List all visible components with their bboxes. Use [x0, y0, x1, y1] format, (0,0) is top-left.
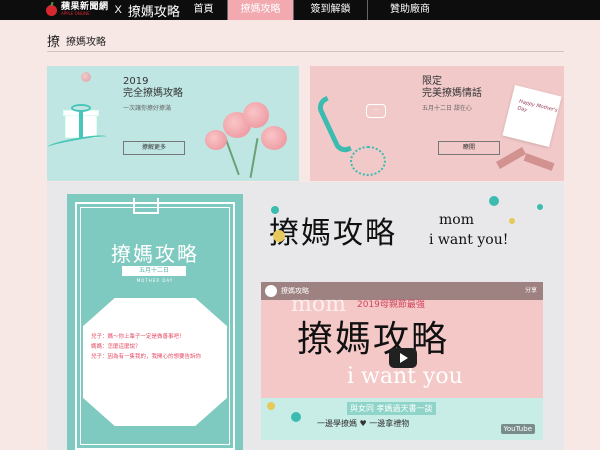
banner-sweet-talk[interactable]: ··· 限定 完美撩媽情話 五月十二日 甜在心 瞭開 Happy Mother'…: [310, 66, 564, 181]
banner-guide-text: 2019 完全撩媽攻略 一次讓你撩好撩滿: [123, 76, 183, 112]
brand-text-block: 蘋果新聞網 APPLE ONLINE: [61, 2, 109, 18]
content-panel: 撩媽攻略 五月十二日 MOTHER DAY 兒子：媽～你上輩子一定是做善事吧！ …: [47, 182, 564, 450]
tape-decoration: [523, 153, 555, 171]
share-button[interactable]: 分享: [525, 285, 537, 294]
video-player[interactable]: mom 撩媽攻略 分享 2019母親節最強 撩媽攻略 i want you 與女…: [261, 282, 543, 440]
carnation-icon: [243, 102, 269, 128]
section-glyph-icon: 撩: [47, 35, 61, 50]
brand-sub: APPLE ONLINE: [61, 11, 90, 16]
dialog-line: 媽媽：怎麼這麼說？: [91, 344, 141, 350]
video-tag: 與女同 孝媽過天書一談: [347, 402, 436, 415]
youtube-icon[interactable]: YouTube: [500, 424, 535, 434]
flag-icon: [133, 198, 159, 214]
carnation-icon: [261, 126, 287, 150]
poster-date: 五月十二日: [122, 266, 186, 276]
main-nav: 首頁 撩媽攻略 簽到解鎖 贊助廠商: [180, 0, 452, 20]
nav-item-home[interactable]: 首頁: [180, 0, 228, 20]
brand-logo[interactable]: 蘋果新聞網 APPLE ONLINE X 撩媽攻略: [46, 2, 180, 20]
dot-decoration: [291, 412, 301, 422]
open-button[interactable]: 瞭開: [438, 141, 500, 155]
poster-dialog: 兒子：媽～你上輩子一定是做善事吧！ 媽媽：怎麼這麼說？ 兒子：因為有一隻我的，我…: [91, 332, 221, 362]
flower-stem: [249, 138, 259, 178]
card-note: Happy Mother's Day: [516, 98, 559, 114]
dot-decoration: [489, 196, 499, 206]
channel-avatar[interactable]: [265, 285, 277, 297]
video-tag2: 一邊學撩媽 ♥ 一邊拿禮物: [317, 419, 410, 428]
apple-icon: [46, 4, 57, 16]
section-header: 撩 撩媽攻略: [47, 30, 564, 52]
banner-guide-subtitle: 一次讓你撩好撩滿: [123, 105, 172, 112]
brand-title: 撩媽攻略: [127, 4, 180, 20]
nav-item-checkin[interactable]: 簽到解鎖: [294, 0, 368, 20]
video-subtitle: 2019母親節最強: [357, 300, 425, 310]
video-title: 撩媽攻略: [297, 319, 450, 360]
headline-title: 撩媽攻略: [269, 216, 397, 251]
dot-decoration: [273, 230, 285, 242]
play-icon[interactable]: [389, 348, 417, 368]
carnation-icon: [205, 130, 227, 150]
banner-sweet-line1: 限定: [422, 76, 442, 87]
banner-guide-title: 完全撩媽攻略: [123, 88, 183, 99]
poster-card: [83, 298, 227, 426]
poster-day: MOTHER DAY: [136, 278, 174, 283]
top-navbar: 蘋果新聞網 APPLE ONLINE X 撩媽攻略 首頁 撩媽攻略 簽到解鎖 贊…: [0, 0, 600, 20]
headline-mom: mom: [439, 212, 474, 228]
video-channel[interactable]: 撩媽攻略: [281, 286, 309, 296]
poster-image[interactable]: 撩媽攻略 五月十二日 MOTHER DAY 兒子：媽～你上輩子一定是做善事吧！ …: [67, 194, 243, 450]
section-title: 撩媽攻略: [66, 37, 107, 48]
dot-decoration: [509, 218, 515, 224]
dot-decoration: [537, 204, 543, 210]
headline-logo: 撩媽攻略 mom i want you!: [269, 206, 549, 262]
banner-sweet-subtitle: 五月十二日 甜在心: [422, 105, 472, 112]
brand-name: 蘋果新聞網: [61, 1, 109, 11]
banner-sweet-text: 限定 完美撩媽情話 五月十二日 甜在心: [422, 76, 482, 112]
dialog-line: 兒子：媽～你上輩子一定是做善事吧！: [91, 334, 185, 340]
dot-decoration: [271, 206, 279, 214]
banner-sweet-title: 完美撩媽情話: [422, 88, 482, 99]
tape-decoration: [496, 147, 526, 169]
banner-guide-year: 2019: [123, 76, 149, 87]
mothers-day-card: Happy Mother's Day: [502, 84, 562, 148]
headline-iwant: i want you!: [429, 232, 509, 248]
nav-item-guide[interactable]: 撩媽攻略: [228, 0, 294, 20]
phone-icon: [313, 95, 386, 176]
dialog-line: 兒子：因為有一隻我的，我開心的想要告訴你: [91, 354, 202, 360]
banner-guide[interactable]: 2019 完全撩媽攻略 一次讓你撩好撩滿 撩解更多: [47, 66, 299, 181]
nav-item-sponsors[interactable]: 贊助廠商: [368, 0, 452, 20]
chat-bubble-icon: ···: [366, 104, 386, 118]
gift-box-icon: [61, 104, 99, 140]
dot-decoration: [267, 402, 275, 410]
poster-title: 撩媽攻略: [111, 242, 199, 266]
learn-more-button[interactable]: 撩解更多: [123, 141, 185, 155]
brand-x: X: [114, 4, 122, 16]
petal-icon: [81, 72, 91, 82]
